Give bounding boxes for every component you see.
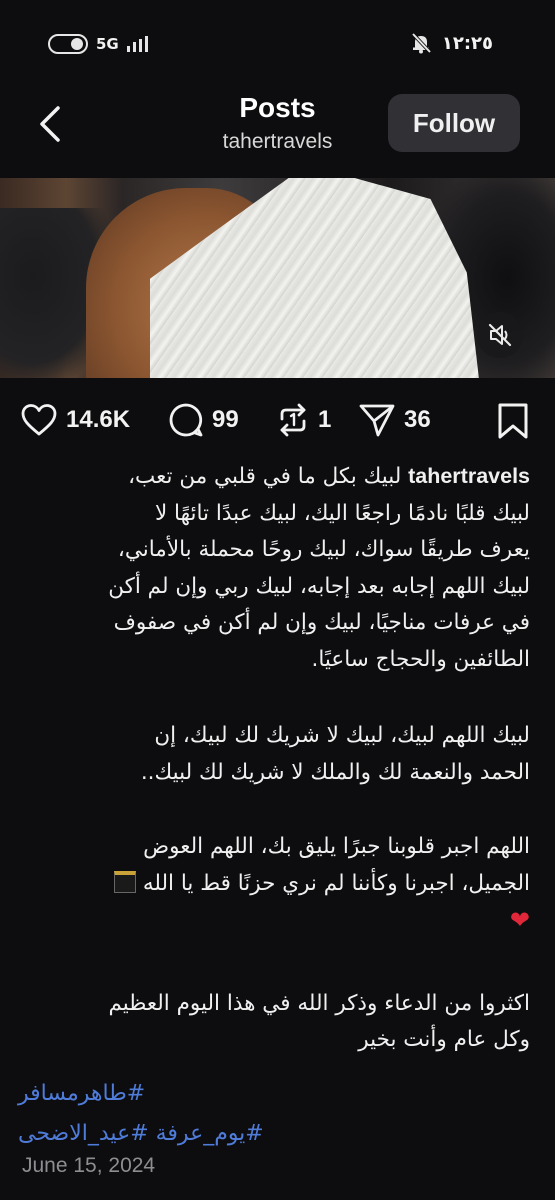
status-bar: 5G ١٢:٢٥ xyxy=(0,0,555,90)
status-left: 5G xyxy=(48,34,148,54)
post-date: June 15, 2024 xyxy=(22,1154,156,1177)
caption-author[interactable]: tahertravels xyxy=(408,464,530,488)
muted-speaker-icon xyxy=(488,323,512,347)
repost-icon xyxy=(280,403,306,437)
hashtag-link[interactable]: #يوم_عرفة #عيد_الاضحى xyxy=(18,1114,530,1154)
comment-button[interactable]: 99 xyxy=(168,396,239,444)
caption-line: يعرف طريقًا سواك، لبيك روحًا محملة بالأم… xyxy=(117,537,530,562)
share-button[interactable]: 36 xyxy=(358,396,431,444)
like-count: 14.6K xyxy=(66,406,131,433)
hashtags: #طاهرمسافر #يوم_عرفة #عيد_الاضحى xyxy=(18,1074,530,1154)
caption-line: الحمد والنعمة لك والملك لا شريك لك لبيك.… xyxy=(140,759,530,785)
comment-count: 99 xyxy=(212,406,239,433)
hashtag-link[interactable]: #طاهرمسافر xyxy=(18,1074,530,1114)
red-heart-emoji-icon: ❤ xyxy=(509,906,530,934)
caption-line: الطائفين والحجاج ساعيًا. xyxy=(311,646,530,672)
caption-line: اللهم اجبر قلوبنا جبرًا يليق بك، اللهم ا… xyxy=(143,834,530,859)
follow-button[interactable]: Follow xyxy=(388,94,520,152)
like-button[interactable]: 14.6K xyxy=(20,396,130,444)
caption-line: في عرفات مناجيًا، لبيك وإن لم أكن في صفو… xyxy=(113,610,530,635)
action-bar: 14.6K 99 1 36 xyxy=(0,396,555,444)
post-header: Posts tahertravels Follow xyxy=(0,88,555,170)
status-right: ١٢:٢٥ xyxy=(410,32,493,54)
comment-bubble-icon xyxy=(169,403,203,437)
heart-icon xyxy=(21,404,57,436)
caption-line: لبيك اللهم لبيك، لبيك لا شريك لك لبيك، إ… xyxy=(154,723,530,748)
send-icon xyxy=(359,404,395,437)
caption-line: ❤ xyxy=(18,902,530,941)
kaaba-emoji-icon xyxy=(113,870,136,893)
repost-count: 1 xyxy=(318,406,332,433)
caption-line: اكثروا من الدعاء وذكر الله في هذا اليوم … xyxy=(108,990,530,1016)
bell-muted-icon xyxy=(411,32,432,54)
caption-line: الجميل، اجبرنا وكأننا لم نري حزنًا قط يا… xyxy=(18,866,530,903)
clock: ١٢:٢٥ xyxy=(441,32,493,54)
caption-line: tahertravels لبيك بكل ما في قلبي من تعب، xyxy=(18,458,530,496)
toggle-icon xyxy=(48,34,88,54)
caption-text: لبيك بكل ما في قلبي من تعب، xyxy=(128,464,402,489)
post-caption: tahertravels لبيك بكل ما في قلبي من تعب،… xyxy=(18,458,530,1059)
signal-icon xyxy=(126,36,148,52)
post-media[interactable] xyxy=(0,178,555,378)
bookmark-icon[interactable] xyxy=(496,402,530,440)
share-count: 36 xyxy=(404,406,431,433)
repost-button[interactable]: 1 xyxy=(276,396,331,444)
caption-line: لبيك قلبًا نادمًا راجعًا اليك، لبيك عبدً… xyxy=(154,500,530,526)
mute-button[interactable] xyxy=(477,312,523,358)
network-label: 5G xyxy=(96,35,119,53)
caption-line: وكل عام وأنت بخير xyxy=(358,1027,530,1052)
caption-text: الجميل، اجبرنا وكأننا لم نري حزنًا قط يا… xyxy=(142,870,530,896)
caption-line: لبيك اللهم إجابه بعد إجابه، لبيك ربي وإن… xyxy=(108,573,530,599)
